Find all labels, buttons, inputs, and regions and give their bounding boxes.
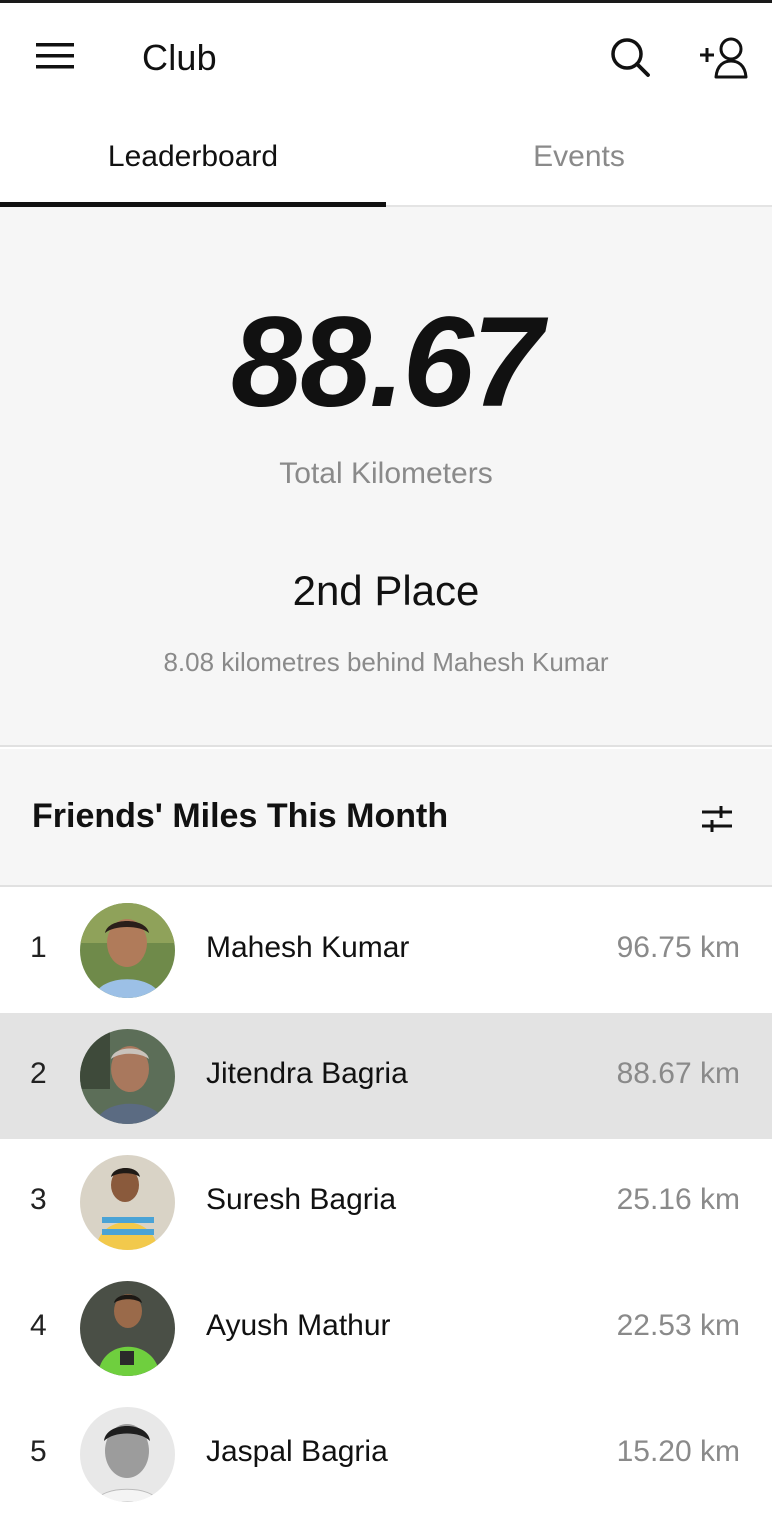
tab-events[interactable]: Events	[386, 110, 772, 205]
rank-number: 3	[30, 1183, 47, 1216]
leaderboard-row[interactable]: 5 Jaspal Bagria 15.20 km	[0, 1391, 772, 1517]
leaderboard-row-current-user[interactable]: 2 Jitendra Bagria 88.67 km	[0, 1013, 772, 1139]
leaderboard-row[interactable]: 4 Ayush Mathur 22.53 km	[0, 1265, 772, 1391]
tab-bar: Leaderboard Events	[0, 110, 772, 207]
friend-distance: 15.20 km	[616, 1435, 740, 1468]
rank-number: 5	[30, 1435, 47, 1468]
distance-behind-text: 8.08 kilometres behind Mahesh Kumar	[163, 647, 609, 677]
summary-panel: 88.67 Total Kilometers 2nd Place 8.08 ki…	[0, 207, 772, 747]
friend-distance: 25.16 km	[616, 1183, 740, 1216]
tab-label: Leaderboard	[107, 140, 279, 173]
menu-button[interactable]	[30, 33, 80, 79]
add-user-icon	[696, 37, 752, 87]
friend-distance: 96.75 km	[616, 931, 740, 964]
section-title: Friends' Miles This Month	[32, 797, 449, 835]
sliders-filter-icon	[696, 806, 738, 843]
avatar	[80, 1407, 175, 1502]
friend-name: Jaspal Bagria	[206, 1435, 388, 1468]
leaderboard-list: 1 Mahesh Kumar 96.75 km 2 Jitendra Bagri…	[0, 887, 772, 1517]
search-icon	[606, 38, 654, 85]
rank-number: 1	[30, 931, 47, 964]
place-ranking: 2nd Place	[292, 567, 480, 614]
avatar	[80, 1155, 175, 1250]
hamburger-menu-icon	[30, 33, 80, 79]
total-distance-label: Total Kilometers	[279, 457, 493, 490]
friend-distance: 88.67 km	[616, 1057, 740, 1090]
avatar	[80, 903, 175, 998]
total-distance: 88.67	[230, 291, 543, 434]
leaderboard-row[interactable]: 3 Suresh Bagria 25.16 km	[0, 1139, 772, 1265]
filter-button[interactable]	[696, 799, 738, 839]
friends-section-header: Friends' Miles This Month	[0, 749, 772, 887]
friend-distance: 22.53 km	[616, 1309, 740, 1342]
tab-label: Events	[533, 140, 625, 173]
leaderboard-row[interactable]: 1 Mahesh Kumar 96.75 km	[0, 887, 772, 1013]
avatar	[80, 1281, 175, 1376]
friend-name: Mahesh Kumar	[206, 931, 410, 964]
friend-name: Ayush Mathur	[206, 1309, 391, 1342]
avatar	[80, 1029, 175, 1124]
page-title: Club	[142, 37, 217, 78]
add-friend-button[interactable]	[696, 33, 752, 83]
tab-leaderboard[interactable]: Leaderboard	[0, 110, 386, 205]
search-button[interactable]	[606, 33, 654, 81]
friend-name: Suresh Bagria	[206, 1183, 397, 1216]
rank-number: 2	[30, 1057, 47, 1090]
friend-name: Jitendra Bagria	[206, 1057, 408, 1090]
rank-number: 4	[30, 1309, 47, 1342]
app-bar: Club	[0, 3, 772, 110]
